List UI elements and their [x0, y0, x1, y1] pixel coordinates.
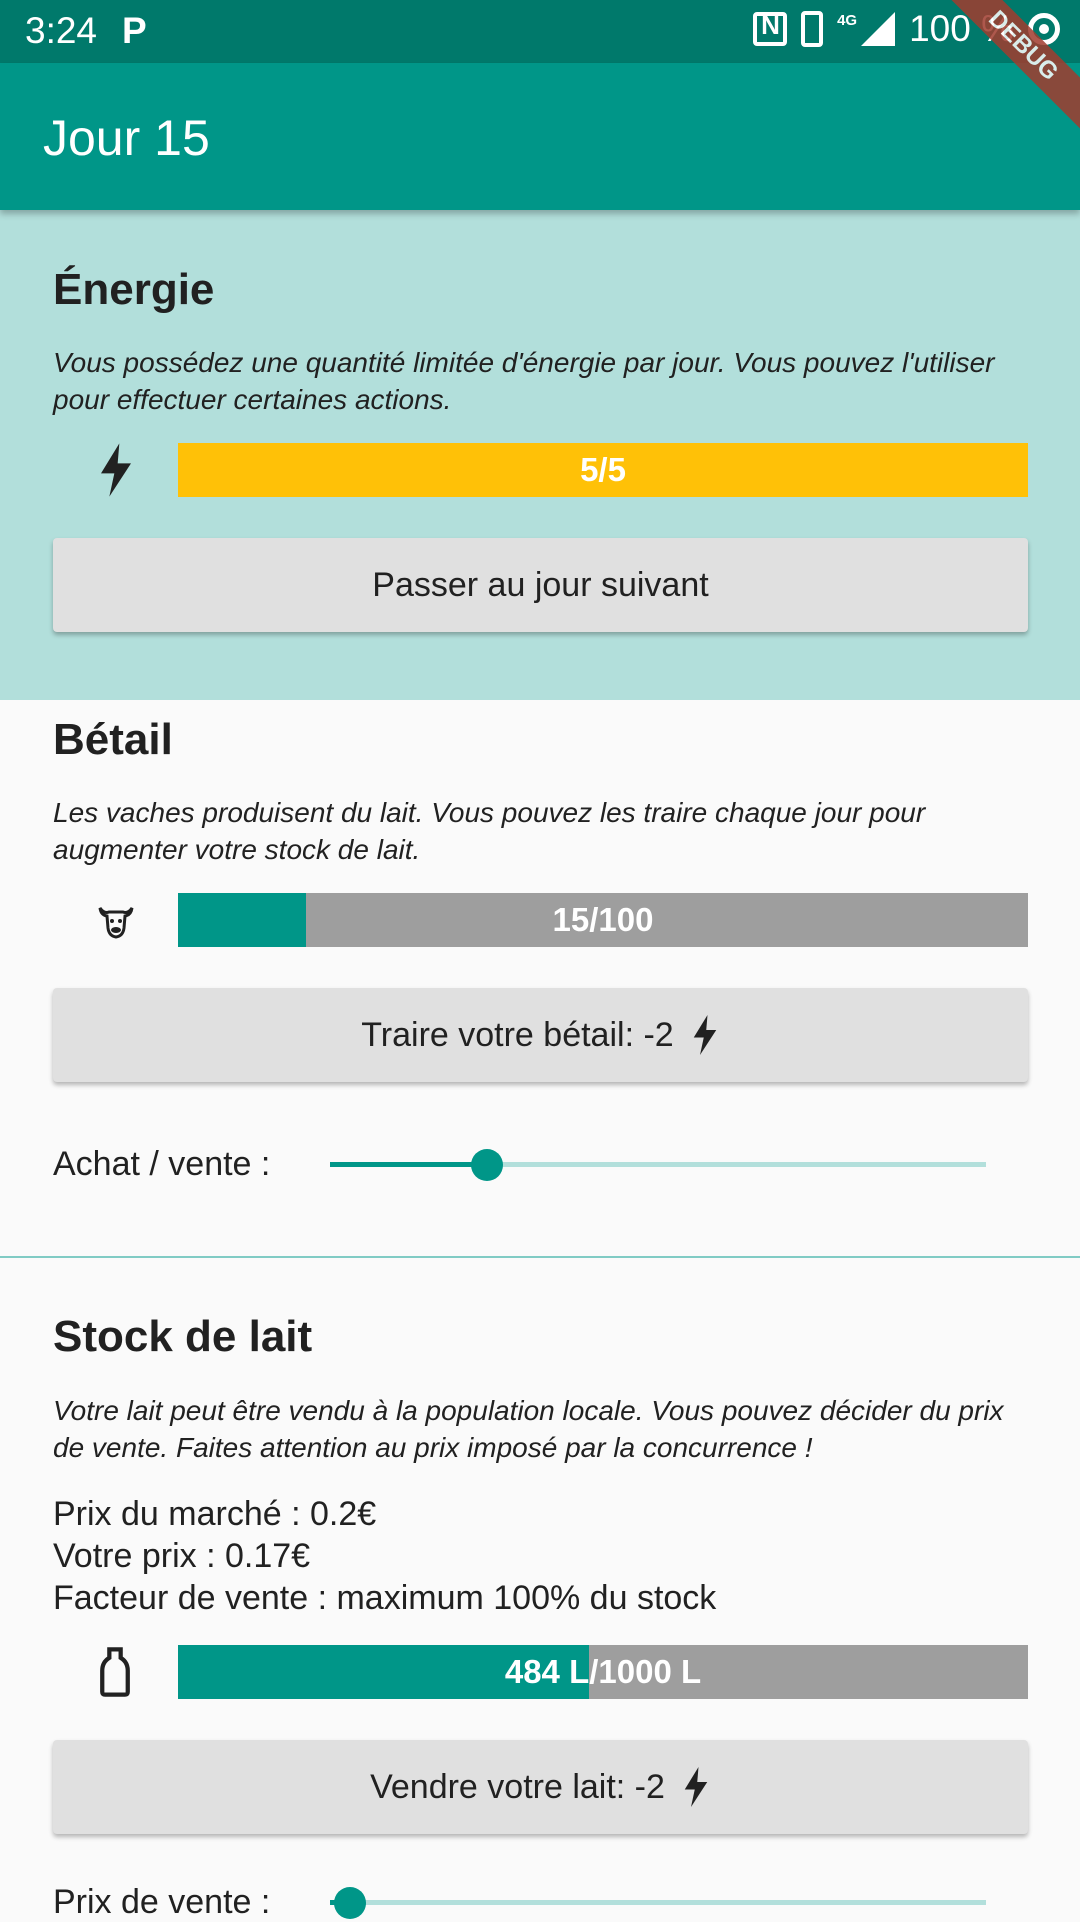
slider-thumb[interactable]: [333, 1887, 366, 1919]
bolt-icon: [684, 1767, 708, 1807]
page-title: Jour 15: [43, 110, 210, 166]
sale-price-label: Prix de vente :: [53, 1883, 271, 1921]
bolt-icon: [693, 1015, 716, 1055]
bottle-icon: [100, 1647, 130, 1697]
bolt-icon: [101, 443, 131, 497]
livestock-description: Les vaches produisent du lait. Vous pouv…: [53, 797, 926, 865]
cow-icon: [98, 907, 134, 939]
your-price-text: Votre prix : 0.17€: [53, 1537, 311, 1575]
sell-milk-button-label: Vendre votre lait: -2: [370, 1767, 665, 1806]
slider-track-active: [330, 1162, 488, 1167]
status-time: 3:24: [25, 10, 98, 51]
energy-description: Vous possédez une quantité limitée d'éne…: [53, 347, 995, 415]
energy-progress-text: 5/5: [580, 451, 626, 488]
milk-stock-progress-bar: 484 L/1000 L: [178, 1645, 1028, 1699]
milk-stock-progress-text: 484 L/1000 L: [504, 1653, 702, 1690]
livestock-progress-text: 15/100: [552, 901, 654, 938]
milk-stock-description: Votre lait peut être vendu à la populati…: [53, 1395, 1004, 1463]
energy-section: Énergie Vous possédez une quantité limit…: [0, 210, 1080, 700]
sale-factor-text: Facteur de vente : maximum 100% du stock: [53, 1579, 717, 1617]
milk-stock-title: Stock de lait: [53, 1312, 313, 1361]
sell-milk-button[interactable]: Vendre votre lait: -2: [53, 1740, 1028, 1834]
next-day-button[interactable]: Passer au jour suivant: [53, 538, 1028, 632]
status-bar: 3:24 P 4G 100 %: [0, 0, 1080, 63]
section-divider: [0, 1256, 1080, 1258]
next-day-button-label: Passer au jour suivant: [372, 565, 709, 604]
buy-sell-label: Achat / vente :: [53, 1145, 271, 1183]
signal-icon: [861, 12, 896, 46]
buy-sell-slider[interactable]: [330, 1140, 986, 1190]
energy-title: Énergie: [53, 265, 215, 314]
slider-thumb[interactable]: [471, 1149, 504, 1181]
livestock-title: Bétail: [53, 715, 173, 764]
milk-cattle-button-label: Traire votre bétail: -2: [361, 1015, 674, 1054]
app-bar: Jour 15: [0, 63, 1080, 210]
parking-app-icon: P: [122, 10, 147, 51]
energy-progress-bar: 5/5: [178, 443, 1028, 497]
milk-cattle-button[interactable]: Traire votre bétail: -2: [53, 988, 1028, 1082]
nfc-icon: [753, 10, 788, 46]
market-price-text: Prix du marché : 0.2€: [53, 1495, 377, 1533]
slider-track: [330, 1900, 986, 1905]
sale-price-slider[interactable]: [330, 1878, 986, 1920]
livestock-progress-bar: 15/100: [178, 893, 1028, 947]
vibrate-icon: [801, 11, 824, 47]
network-type-label: 4G: [837, 11, 858, 29]
